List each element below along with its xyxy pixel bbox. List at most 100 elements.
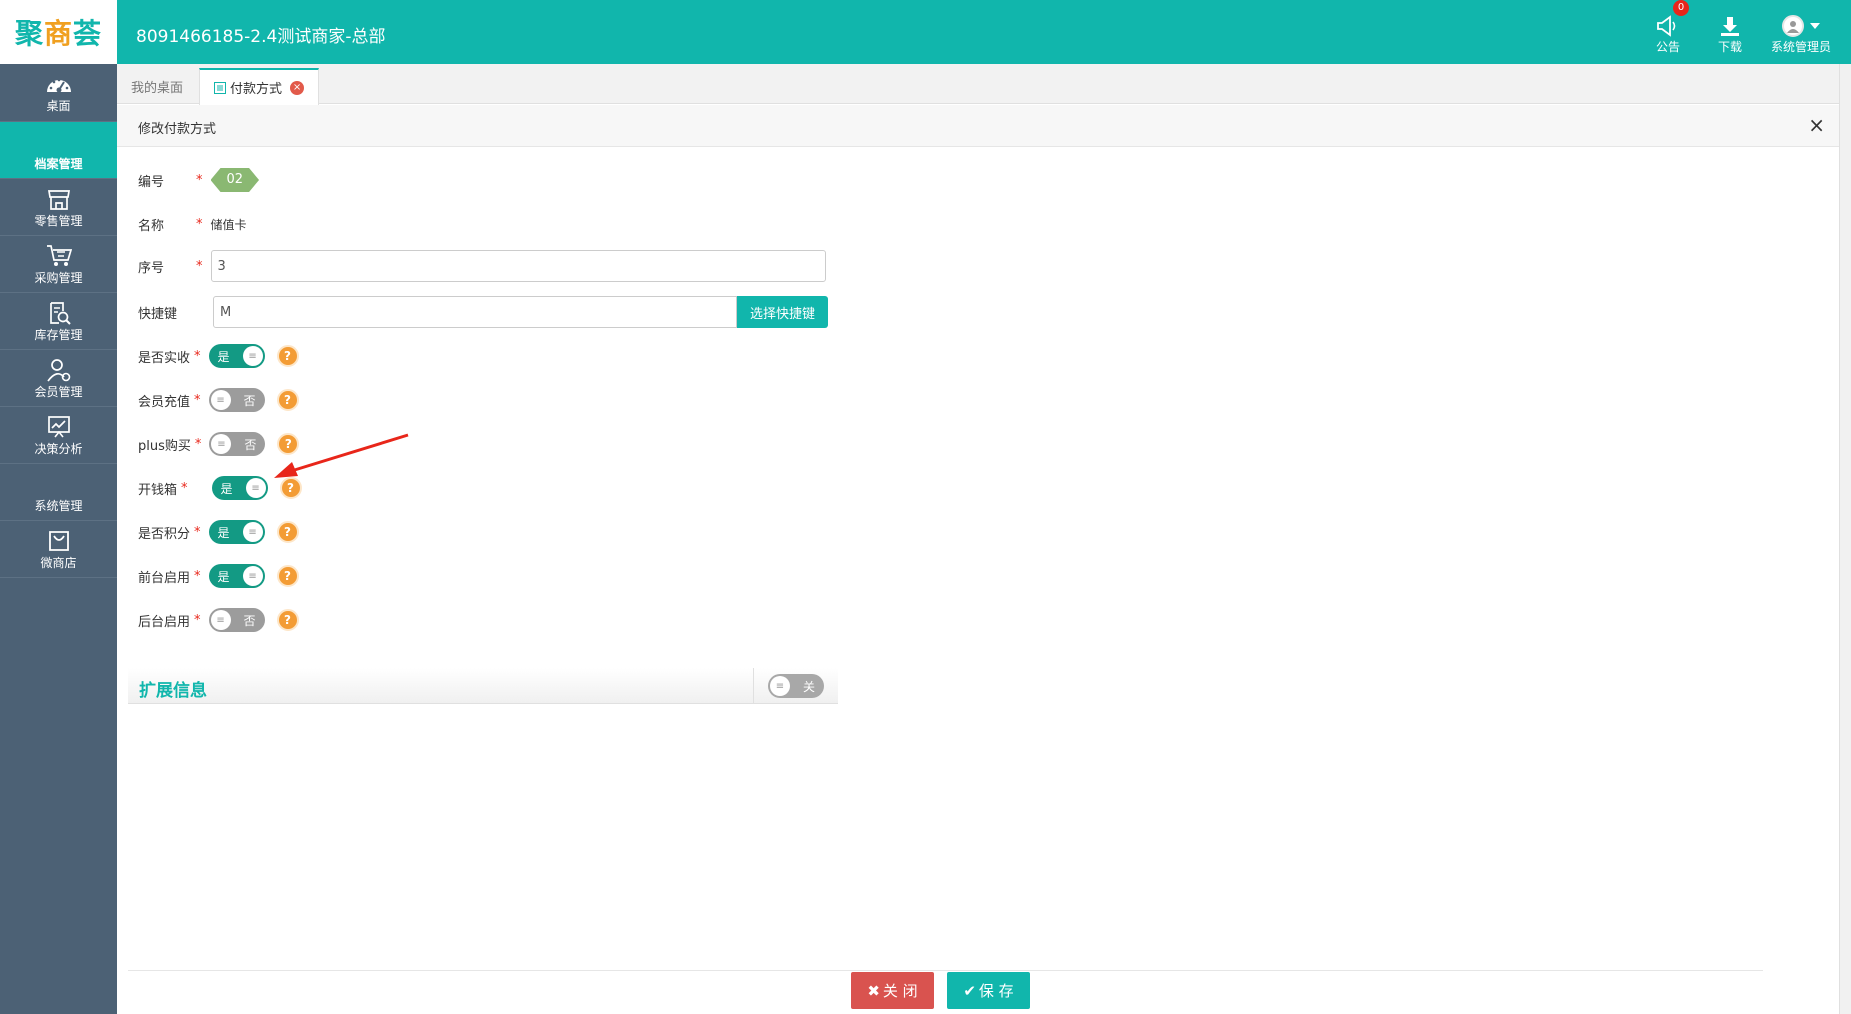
download-button[interactable]: 下载 — [1699, 14, 1761, 55]
sidebar-item-inventory[interactable]: 库存管理 — [0, 293, 117, 350]
required-mark: * — [194, 392, 201, 408]
megaphone-icon — [1656, 14, 1680, 38]
cash-drawer-toggle[interactable]: 是 ≡ — [211, 476, 268, 500]
store-icon — [47, 186, 71, 212]
id-label: 编号 — [138, 174, 165, 190]
shopping-bag-icon — [47, 528, 71, 554]
order-label: 序号 — [138, 260, 165, 276]
sidebar-heading-system[interactable]: 系统管理 — [0, 464, 117, 521]
sidebar-item-analysis[interactable]: 决策分析 — [0, 407, 117, 464]
dashboard-icon — [46, 71, 72, 97]
toggle-text: 是 — [217, 570, 230, 584]
required-mark: * — [196, 216, 203, 232]
help-icon[interactable]: ? — [276, 565, 299, 587]
required-mark: * — [181, 480, 188, 496]
user-menu[interactable]: 系统管理员 — [1761, 14, 1841, 55]
form-row-hotkey: 快捷键 选择快捷键 — [138, 296, 828, 328]
sidebar-item-label: 微商店 — [40, 555, 77, 570]
toggle-knob-icon: ≡ — [211, 434, 232, 454]
toggle-text: 是 — [217, 526, 230, 540]
order-input[interactable] — [210, 250, 826, 282]
save-button[interactable]: ✔ 保 存 — [947, 972, 1030, 1009]
modal-header: 修改付款方式 × — [117, 105, 1839, 147]
tab-payment-method[interactable]: 付款方式 × — [199, 68, 320, 105]
toggle-label: 后台启用 — [138, 614, 191, 630]
sidebar: 桌面 档案管理 零售管理 采购管理 库存管理 会员管理 决策分析 系统管理 微商… — [0, 64, 117, 1014]
help-icon[interactable]: ? — [276, 521, 299, 543]
toggle-text: 是 — [217, 350, 230, 364]
toggle-label: 是否积分 — [138, 526, 191, 542]
sidebar-item-retail[interactable]: 零售管理 — [0, 179, 117, 236]
actual-receipt-toggle[interactable]: 是 ≡ — [208, 344, 265, 368]
close-button[interactable]: ✖ 关 闭 — [851, 972, 934, 1009]
toggle-knob-icon: ≡ — [242, 346, 263, 366]
extension-toggle[interactable]: ≡ 关 — [768, 674, 824, 698]
form-row-order: 序号 * — [138, 250, 826, 282]
id-tag: 02 — [211, 168, 260, 192]
extension-title: 扩展信息 — [139, 681, 207, 701]
close-x-icon: ✖ — [867, 981, 880, 1000]
cart-icon — [46, 243, 72, 269]
download-label: 下载 — [1717, 40, 1742, 54]
toggle-label: 是否实收 — [138, 350, 191, 366]
sidebar-item-micro-shop[interactable]: 微商店 — [0, 521, 117, 578]
divider — [753, 668, 754, 704]
top-header: 聚商荟 8091466185-2.4测试商家-总部 0 公告 下载 系统管理员 — [0, 0, 1851, 64]
chart-icon — [47, 414, 71, 440]
name-label: 名称 — [138, 218, 165, 234]
required-mark: * — [196, 258, 203, 274]
required-mark: * — [194, 348, 201, 364]
form-icon — [214, 81, 226, 94]
sidebar-item-label: 零售管理 — [34, 213, 83, 228]
hotkey-group: 选择快捷键 — [213, 296, 828, 328]
form-row-front-enable: 前台启用 * 是 ≡ ? — [138, 561, 299, 591]
hotkey-input[interactable] — [213, 296, 737, 328]
form-row-back-enable: 后台启用 * ≡ 否 ? — [138, 605, 299, 635]
front-enable-toggle[interactable]: 是 ≡ — [208, 564, 265, 588]
toggle-text: 否 — [244, 438, 257, 452]
modal-close-button[interactable]: × — [1808, 113, 1825, 137]
sidebar-item-purchase[interactable]: 采购管理 — [0, 236, 117, 293]
scrollbar[interactable] — [1839, 64, 1851, 1014]
sidebar-item-label: 会员管理 — [34, 384, 83, 399]
save-button-label: 保 存 — [978, 982, 1014, 1000]
form-row-actual-receipt: 是否实收 * 是 ≡ ? — [138, 341, 299, 371]
sidebar-item-dashboard[interactable]: 桌面 — [0, 64, 117, 122]
choose-hotkey-button[interactable]: 选择快捷键 — [737, 296, 828, 328]
extension-section-bar: 扩展信息 ≡ 关 — [128, 668, 838, 704]
points-toggle[interactable]: 是 ≡ — [208, 520, 265, 544]
top-actions: 0 公告 下载 系统管理员 — [1637, 0, 1841, 64]
form-row-id: 编号 * 02 — [138, 165, 259, 195]
sidebar-item-label: 决策分析 — [34, 441, 83, 456]
toggle-knob-icon: ≡ — [770, 676, 790, 696]
user-label: 系统管理员 — [1770, 40, 1831, 54]
tab-my-desktop[interactable]: 我的桌面 — [117, 68, 197, 104]
logo-text: 聚商荟 — [14, 17, 103, 50]
toggle-knob-icon: ≡ — [242, 522, 263, 542]
plus-purchase-toggle[interactable]: ≡ 否 — [209, 432, 266, 456]
logo[interactable]: 聚商荟 — [0, 0, 117, 64]
form-row-name: 名称 * 储值卡 — [138, 209, 247, 239]
caret-down-icon — [1810, 23, 1820, 29]
avatar — [1782, 14, 1820, 38]
sidebar-heading-archive[interactable]: 档案管理 — [0, 122, 117, 179]
toggle-text: 关 — [802, 680, 815, 694]
name-value: 储值卡 — [210, 217, 247, 232]
sidebar-item-member[interactable]: 会员管理 — [0, 350, 117, 407]
sidebar-item-label: 桌面 — [46, 99, 71, 113]
toggle-knob-icon: ≡ — [242, 566, 263, 586]
back-enable-toggle[interactable]: ≡ 否 — [208, 608, 265, 632]
sidebar-item-label: 库存管理 — [34, 327, 83, 342]
close-icon[interactable]: × — [290, 80, 305, 95]
toggle-text: 否 — [243, 614, 256, 628]
toggle-label: plus购买 — [138, 438, 191, 454]
help-icon[interactable]: ? — [276, 389, 299, 411]
footer-divider — [128, 970, 1763, 971]
toggle-text: 否 — [243, 394, 256, 408]
form-row-points: 是否积分 * 是 ≡ ? — [138, 517, 299, 547]
notice-button[interactable]: 0 公告 — [1637, 0, 1699, 55]
member-recharge-toggle[interactable]: ≡ 否 — [208, 388, 265, 412]
help-icon[interactable]: ? — [276, 609, 299, 631]
help-icon[interactable]: ? — [276, 345, 299, 367]
inventory-search-icon — [47, 300, 71, 326]
